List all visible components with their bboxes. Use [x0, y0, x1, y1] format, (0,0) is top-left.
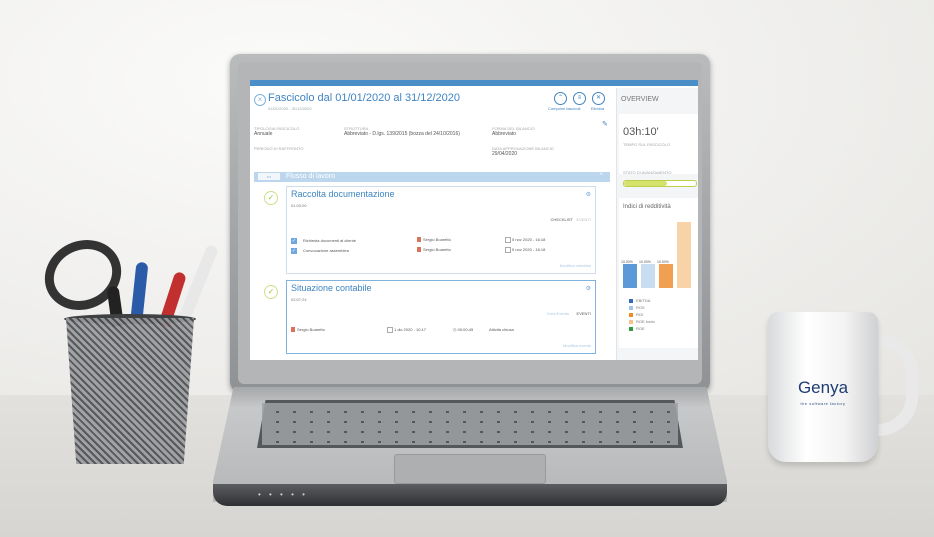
- person-icon: [417, 237, 421, 243]
- app-screen: × Fascicolo dal 01/01/2020 al 31/12/2020…: [250, 80, 698, 360]
- periodo-label: PERIODO DI RAFFRONTO: [254, 146, 304, 151]
- event-status: Attività chiusa: [489, 327, 514, 332]
- clock-icon: ◷: [453, 327, 457, 332]
- overview-time: 03h:10': [623, 126, 659, 138]
- collapse-button[interactable]: ⌃: [554, 92, 567, 105]
- bar-roe-lordo: [677, 222, 691, 288]
- assignee: Sergio Boaretto: [291, 327, 325, 333]
- calendar-icon: [505, 237, 511, 243]
- checkbox-checked[interactable]: ✓: [291, 238, 297, 244]
- event-row[interactable]: Sergio Boaretto 1 dic 2020 - 10:17 ◷ 00:…: [291, 327, 591, 336]
- chart-title: Indici di redditività: [623, 204, 671, 210]
- event-date: 1 dic 2020 - 10:17: [387, 327, 426, 333]
- forma-value: Abbreviato: [492, 131, 516, 137]
- collapse-label: Comprimi fascicoli: [548, 106, 581, 111]
- tab-checklist[interactable]: CHECKLIST: [551, 217, 573, 222]
- close-icon[interactable]: ×: [254, 94, 266, 106]
- progress-fill: [624, 181, 668, 186]
- create-event-link[interactable]: Crea Evento: [547, 311, 569, 316]
- tab-eventi[interactable]: EVENTI: [577, 217, 591, 222]
- struttura-value: Abbreviato - D.lgs. 139/2015 (bozza del …: [344, 131, 460, 137]
- workflow-card-raccolta: Raccolta documentazione 01:00:00 ⚙ CHECK…: [286, 186, 596, 274]
- bar-value-label: 10.00%: [621, 260, 633, 264]
- overview-title: OVERVIEW: [621, 96, 659, 103]
- status-leds: • • • • •: [258, 490, 308, 499]
- bar-ros: [641, 264, 655, 288]
- card-time: 01:00:00: [291, 203, 307, 208]
- bar-roi: [659, 264, 673, 288]
- flow-tag: •••: [258, 173, 280, 180]
- delete-label: Elimina: [591, 106, 605, 111]
- touchpad: [394, 454, 546, 484]
- edit-event-link[interactable]: Modifica evento: [563, 343, 591, 348]
- bar-ebitda: [623, 264, 637, 288]
- flow-title: Flusso di lavoro: [286, 173, 336, 180]
- view-button[interactable]: ≡: [573, 92, 586, 105]
- event-duration: ◷ 00:00:45: [453, 327, 473, 332]
- card-title: Situazione contabile: [291, 283, 372, 293]
- card-settings-icon[interactable]: ⚙: [586, 191, 591, 198]
- mug-brand-logo: Genya: [797, 378, 849, 397]
- pencil-cup: [66, 318, 194, 464]
- legend-item: EBITDA: [629, 298, 655, 305]
- checkbox-checked[interactable]: ✓: [291, 248, 297, 254]
- checklist-row[interactable]: ✓ Richiesta documenti al cliente Sergio …: [291, 237, 591, 246]
- calendar-icon: [505, 247, 511, 253]
- completed-check-icon: ✓: [264, 191, 278, 205]
- overview-panel: OVERVIEW 03h:10' TEMPO SUL FASCICOLO STA…: [616, 88, 698, 360]
- workflow-card-situazione: Situazione contabile 02:07:24 ⚙ Crea Eve…: [286, 280, 596, 354]
- assignee: Sergio Boaretto: [417, 247, 451, 253]
- assignee-name: Sergio Boaretto: [423, 247, 451, 252]
- chart-legend: EBITDA ROS ROI ROE lordo ROE: [629, 298, 655, 333]
- card-title: Raccolta documentazione: [291, 189, 395, 199]
- assignee: Sergio Boaretto: [417, 237, 451, 243]
- due-date: 5 nov 2020 - 16:18: [505, 247, 545, 253]
- assignee-name: Sergio Boaretto: [423, 237, 451, 242]
- tipologia-value: Annuale: [254, 131, 273, 137]
- top-accent-bar: [250, 80, 698, 86]
- legend-item: ROS: [629, 305, 655, 312]
- profitability-card: Indici di redditività 10.00% 10.00% 10.0…: [619, 198, 698, 348]
- bar-value-label: 10.00%: [657, 260, 669, 264]
- due-date-text: 5 nov 2020 - 16:18: [512, 247, 546, 253]
- calendar-icon: [387, 327, 393, 333]
- task-label: Richiesta documenti al cliente: [303, 238, 356, 243]
- person-icon: [291, 327, 295, 333]
- task-label: Convocazione assemblea: [303, 248, 349, 253]
- delete-button[interactable]: ✕: [592, 92, 605, 105]
- completed-check-icon: ✓: [264, 285, 278, 299]
- page-title: Fascicolo dal 01/01/2020 al 31/12/2020: [268, 92, 461, 104]
- progress-bar: [623, 180, 697, 187]
- keyboard-keys: [262, 403, 678, 445]
- card-settings-icon[interactable]: ⚙: [586, 285, 591, 292]
- legend-item: ROI: [629, 312, 655, 319]
- checklist-row[interactable]: ✓ Convocazione assemblea Sergio Boaretto…: [291, 247, 591, 256]
- overview-time-label: TEMPO SUL FASCICOLO: [623, 142, 670, 147]
- due-date: 5 nov 2020 - 16:18: [505, 237, 545, 243]
- bar-chart: [623, 218, 697, 288]
- legend-item: ROE: [629, 326, 655, 333]
- chevron-up-icon[interactable]: ⌃: [598, 172, 604, 180]
- overview-time-card: 03h:10' TEMPO SUL FASCICOLO STATO DI AVA…: [619, 114, 698, 175]
- edit-checklist-link[interactable]: Modifica checklist: [560, 263, 591, 268]
- flow-header[interactable]: ••• Flusso di lavoro ⌃: [254, 172, 610, 182]
- card-time: 02:07:24: [291, 297, 307, 302]
- person-icon: [417, 247, 421, 253]
- progress-label: STATO DI AVANZAMENTO: [623, 170, 672, 175]
- assignee-name: Sergio Boaretto: [297, 327, 325, 332]
- edit-pencil-icon[interactable]: ✎: [602, 120, 608, 128]
- page-header: × Fascicolo dal 01/01/2020 al 31/12/2020…: [254, 88, 606, 118]
- bar-value-label: 10.00%: [639, 260, 651, 264]
- duration-text: 00:00:45: [457, 327, 474, 332]
- legend-item: ROE lordo: [629, 319, 655, 326]
- event-date-text: 1 dic 2020 - 10:17: [394, 327, 427, 333]
- mug-tagline: the software factory: [800, 401, 846, 406]
- page-subtitle: 01/01/2020 - 31/12/2020: [268, 106, 312, 111]
- due-date-text: 5 nov 2020 - 16:18: [512, 237, 546, 243]
- approvazione-value: 29/04/2020: [492, 151, 518, 157]
- tab-eventi[interactable]: EVENTI: [577, 311, 591, 316]
